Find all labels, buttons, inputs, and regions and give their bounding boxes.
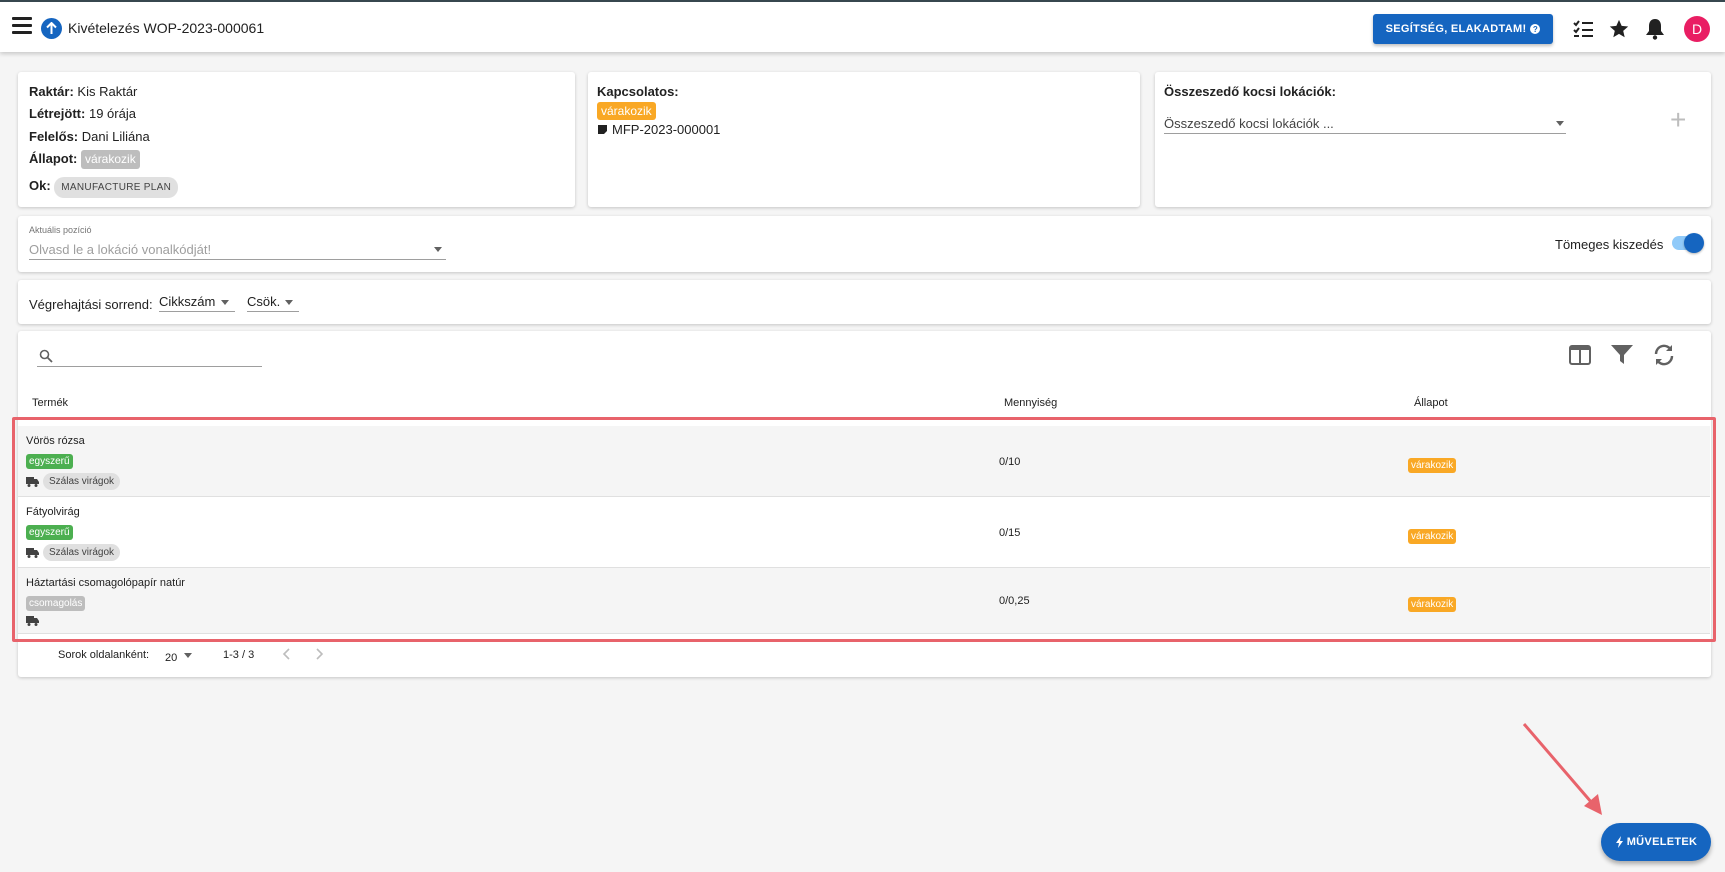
- position-placeholder: Olvasd le a lokáció vonalkódját!: [29, 242, 212, 257]
- warehouse-value: Kis Raktár: [77, 84, 138, 99]
- reason-line: Ok: MANUFACTURE PLAN: [29, 177, 179, 198]
- warehouse-label: Raktár:: [29, 84, 74, 99]
- sort-field-value: Cikkszám: [159, 294, 216, 309]
- bulk-pick-label: Tömeges kiszedés: [1555, 237, 1664, 252]
- table-row[interactable]: Fátyolvirág egyszerű Szálas virágok 0/15…: [18, 497, 1710, 568]
- hamburger-menu-icon[interactable]: [12, 17, 32, 37]
- chevron-down-icon: [434, 247, 442, 252]
- truck-icon: [26, 476, 39, 487]
- related-status-badge: várakozik: [597, 102, 656, 120]
- sort-direction-select[interactable]: Csök.: [247, 292, 299, 312]
- column-header-quantity[interactable]: Mennyiség: [1004, 397, 1057, 409]
- star-icon[interactable]: [1608, 18, 1630, 40]
- created-label: Létrejött:: [29, 106, 86, 121]
- responsible-value: Dani Liliána: [81, 129, 150, 144]
- responsible-label: Felelős:: [29, 129, 79, 144]
- sort-direction-value: Csök.: [247, 294, 281, 309]
- lightning-icon: [1615, 836, 1623, 848]
- truck-icon: [26, 616, 39, 626]
- top-app-bar: Kivételezés WOP-2023-000061 SEGÍTSÉG, EL…: [0, 0, 1725, 52]
- chevron-left-icon[interactable]: [282, 647, 292, 666]
- state-badge: várakozik: [1408, 597, 1457, 612]
- rows-per-page-label: Sorok oldalanként:: [58, 649, 150, 661]
- state-line: Állapot: várakozik: [29, 150, 140, 169]
- toggle-knob: [1684, 233, 1704, 253]
- cart-locations-select[interactable]: Összeszedő kocsi lokációk ...: [1164, 112, 1566, 134]
- related-title: Kapcsolatos:: [597, 84, 679, 99]
- related-link[interactable]: MFP-2023-000001: [597, 122, 720, 137]
- warehouse-line: Raktár: Kis Raktár: [29, 84, 137, 99]
- created-value: 19 órája: [88, 106, 136, 121]
- help-button-label: SEGÍTSÉG, ELAKADTAM!: [1385, 23, 1527, 35]
- related-link-text: MFP-2023-000001: [612, 122, 721, 137]
- bulk-pick-toggle[interactable]: [1672, 233, 1704, 253]
- user-avatar[interactable]: D: [1684, 16, 1710, 42]
- product-name: Fátyolvirág: [26, 506, 80, 518]
- reason-label: Ok:: [29, 178, 51, 193]
- actions-fab-button[interactable]: MŰVELETEK: [1601, 823, 1711, 861]
- order-label: Végrehajtási sorrend:: [29, 297, 153, 312]
- product-type-badge: egyszerű: [26, 454, 73, 469]
- product-name: Háztartási csomagolópapír natúr: [26, 577, 185, 589]
- related-card: Kapcsolatos: várakozik MFP-2023-000001: [588, 72, 1140, 207]
- state-badge: várakozik: [1408, 458, 1457, 473]
- columns-icon[interactable]: [1568, 344, 1592, 371]
- position-select[interactable]: Olvasd le a lokáció vonalkódját!: [29, 238, 446, 260]
- responsible-line: Felelős: Dani Liliána: [29, 129, 150, 144]
- position-card: Aktuális pozíció Olvasd le a lokáció von…: [18, 216, 1711, 272]
- execution-order-card: Végrehajtási sorrend: Cikkszám Csök.: [18, 280, 1711, 324]
- add-icon[interactable]: +: [1670, 106, 1686, 134]
- created-line: Létrejött: 19 órája: [29, 106, 136, 121]
- product-tag-chip: Szálas virágok: [43, 473, 121, 490]
- rows-per-page-select[interactable]: 20: [165, 648, 195, 664]
- chevron-down-icon: [184, 653, 192, 658]
- state-badge: várakozik: [81, 150, 140, 169]
- refresh-icon[interactable]: [1652, 343, 1676, 372]
- rows-per-page-value: 20: [165, 652, 178, 664]
- question-icon: ?: [1530, 24, 1541, 34]
- cart-title: Összeszedő kocsi lokációk:: [1164, 84, 1336, 99]
- table-row[interactable]: Háztartási csomagolópapír natúr csomagol…: [18, 568, 1710, 634]
- sort-field-select[interactable]: Cikkszám: [159, 292, 235, 312]
- chevron-down-icon: [221, 300, 229, 305]
- reason-chip: MANUFACTURE PLAN: [54, 177, 179, 198]
- cart-locations-card: Összeszedő kocsi lokációk: Összeszedő ko…: [1155, 72, 1711, 207]
- annotation-arrow: [1522, 723, 1602, 815]
- table-row[interactable]: Vörös rózsa egyszerű Szálas virágok 0/10…: [18, 426, 1710, 497]
- chevron-right-icon[interactable]: [314, 647, 324, 666]
- truck-icon: [26, 547, 39, 558]
- bell-icon[interactable]: [1644, 18, 1666, 40]
- column-header-product[interactable]: Termék: [32, 397, 68, 409]
- checklist-icon[interactable]: [1572, 18, 1594, 40]
- arrow-up-circle-icon: [41, 18, 62, 39]
- document-icon: [598, 125, 607, 134]
- quantity-cell: 0/10: [999, 456, 1021, 468]
- product-name: Vörös rózsa: [26, 435, 85, 447]
- chevron-down-icon: [1556, 121, 1564, 126]
- filter-icon[interactable]: [1610, 344, 1634, 371]
- product-tag-chip: Szálas virágok: [43, 544, 121, 561]
- chevron-down-icon: [285, 300, 293, 305]
- quantity-cell: 0/0,25: [999, 595, 1030, 607]
- info-card: Raktár: Kis Raktár Létrejött: 19 órája F…: [18, 72, 575, 207]
- column-header-state[interactable]: Állapot: [1414, 397, 1448, 409]
- state-badge: várakozik: [1408, 529, 1457, 544]
- page-title: Kivételezés WOP-2023-000061: [68, 20, 265, 36]
- search-input[interactable]: [37, 345, 262, 367]
- quantity-cell: 0/15: [999, 527, 1021, 539]
- product-type-badge: egyszerű: [26, 525, 73, 540]
- page-range: 1-3 / 3: [223, 649, 255, 661]
- actions-fab-label: MŰVELETEK: [1626, 836, 1698, 848]
- search-icon: [39, 349, 53, 363]
- cart-select-placeholder: Összeszedő kocsi lokációk ...: [1164, 116, 1334, 131]
- help-button[interactable]: SEGÍTSÉG, ELAKADTAM! ?: [1373, 14, 1553, 44]
- position-label: Aktuális pozíció: [29, 225, 92, 235]
- state-label: Állapot:: [29, 151, 78, 166]
- product-type-badge: csomagolás: [26, 596, 86, 611]
